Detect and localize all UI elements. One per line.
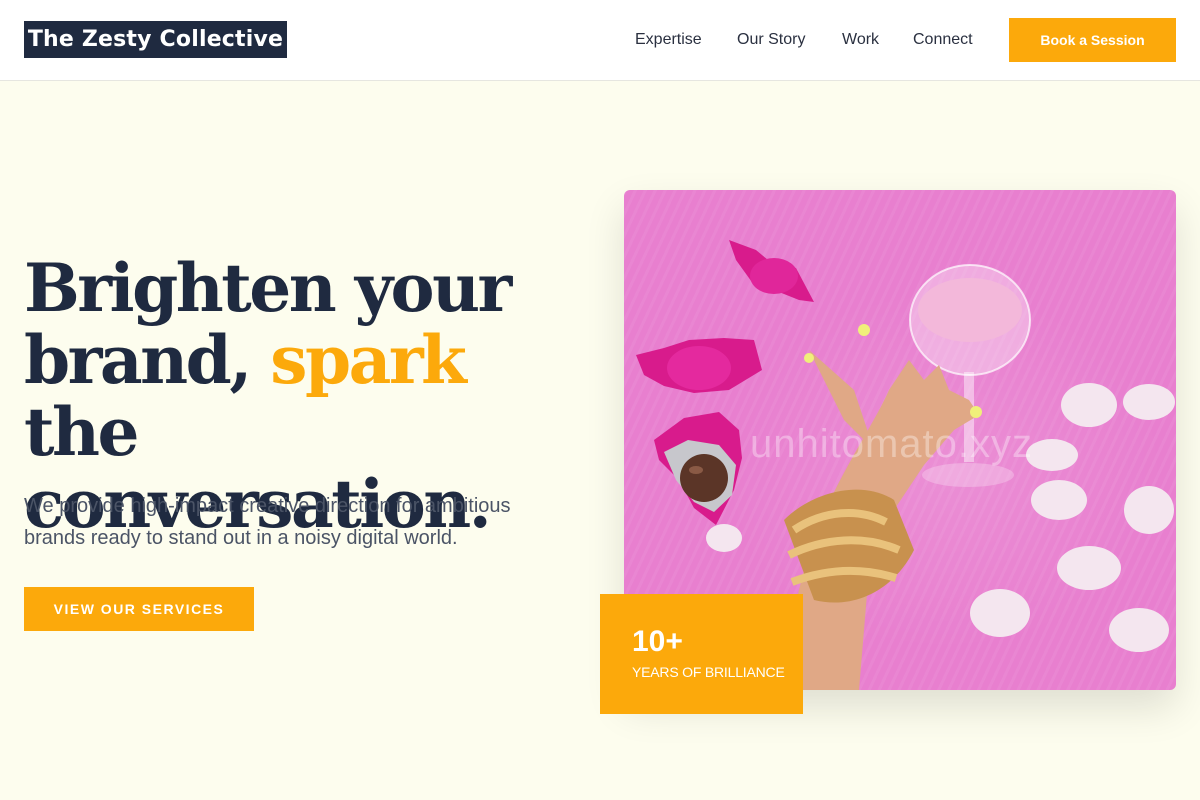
hero-subtext: We provide high-impact creative directio…	[24, 495, 511, 549]
chocolate-candy-icon	[654, 412, 742, 525]
headline-accent-word: spark	[270, 321, 467, 399]
book-session-button[interactable]: Book a Session	[1009, 18, 1176, 62]
experience-badge: 10+ YEARS OF BRILLIANCE	[600, 594, 803, 714]
pink-candy-icon	[729, 240, 814, 302]
nav-link-our-story[interactable]: Our Story	[737, 29, 805, 51]
site-header: The Zesty Collective Expertise Our Story…	[0, 0, 1200, 81]
view-services-button[interactable]: VIEW OUR SERVICES	[24, 587, 254, 631]
brand-logo[interactable]: The Zesty Collective	[24, 21, 287, 58]
nav-link-work[interactable]: Work	[842, 29, 879, 51]
pink-candy-icon	[636, 338, 762, 393]
nav-link-expertise[interactable]: Expertise	[635, 29, 702, 51]
badge-label: YEARS OF BRILLIANCE	[632, 664, 785, 680]
image-watermark: unhitomato.xyz	[750, 422, 1034, 466]
nav-link-connect[interactable]: Connect	[913, 29, 973, 51]
badge-number: 10+	[632, 625, 683, 658]
jeweled-hand-icon	[774, 324, 982, 690]
